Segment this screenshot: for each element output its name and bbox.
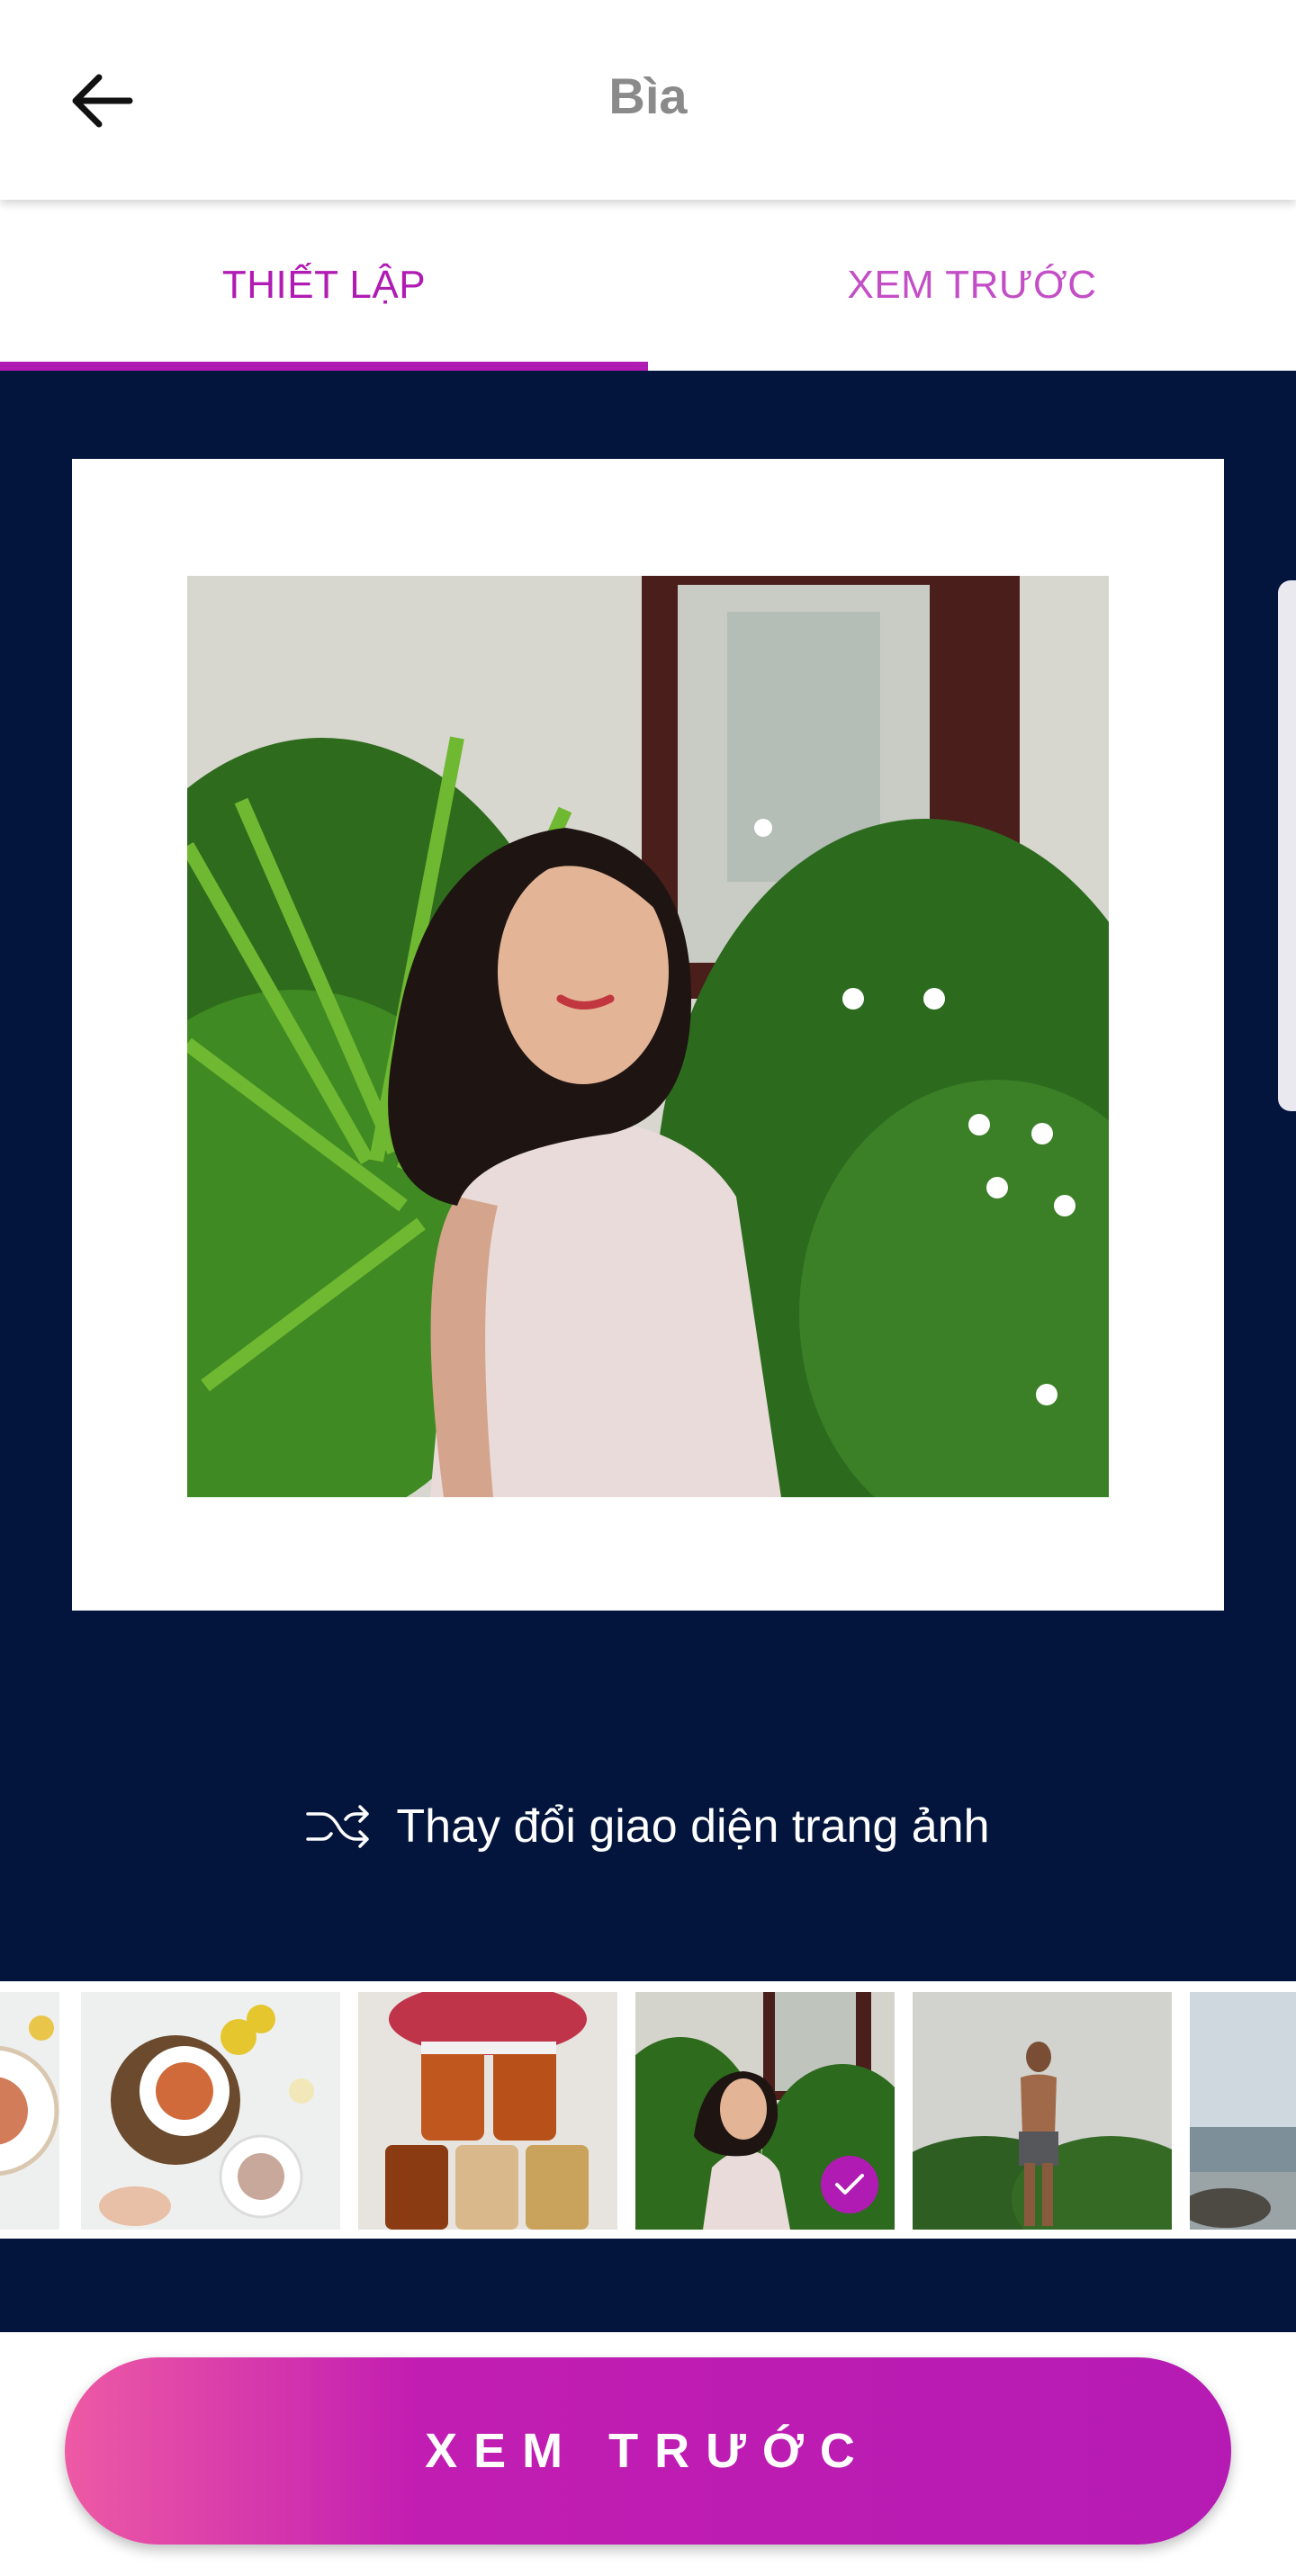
- change-layout-label: Thay đổi giao diện trang ảnh: [396, 1800, 990, 1853]
- side-scroll-handle[interactable]: [1278, 580, 1296, 1111]
- preview-button[interactable]: XEM TRƯỚC: [65, 2357, 1231, 2545]
- change-layout-button[interactable]: Thay đổi giao diện trang ảnh: [0, 1791, 1296, 1862]
- app-header: Bìa: [0, 0, 1296, 200]
- photo-thumbnail-strip[interactable]: [0, 1981, 1296, 2239]
- thumbnail-image: [1190, 1992, 1296, 2230]
- thumbnail-item[interactable]: [0, 1992, 59, 2230]
- page-title: Bìa: [608, 67, 688, 124]
- thumbnail-image: [0, 1992, 59, 2230]
- cover-photo[interactable]: [187, 576, 1109, 1497]
- thumbnail-item[interactable]: [81, 1992, 340, 2230]
- cover-photo-image: [187, 576, 1109, 1497]
- tab-setup[interactable]: THIẾT LẬP: [0, 200, 648, 371]
- thumbnail-item[interactable]: [635, 1992, 895, 2230]
- thumbnail-image: [358, 1992, 617, 2230]
- shuffle-icon: [306, 1805, 370, 1848]
- thumbnail-item[interactable]: [358, 1992, 617, 2230]
- thumbnail-image: [913, 1992, 1172, 2230]
- preview-button-label: XEM TRƯỚC: [425, 2424, 871, 2478]
- tab-preview[interactable]: XEM TRƯỚC: [648, 200, 1296, 371]
- thumbnail-item[interactable]: [913, 1992, 1172, 2230]
- thumbnail-item[interactable]: [1190, 1992, 1296, 2230]
- tab-bar: THIẾT LẬP XEM TRƯỚC: [0, 200, 1296, 371]
- selected-check-icon: [821, 2156, 878, 2213]
- thumbnail-image: [81, 1992, 340, 2230]
- active-tab-indicator: [0, 362, 648, 371]
